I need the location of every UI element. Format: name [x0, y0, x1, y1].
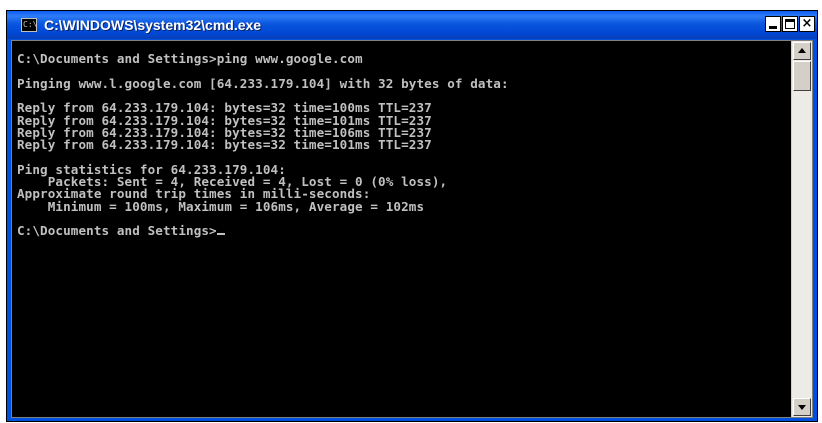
cmd-window: C:\ C:\WINDOWS\system32\cmd.exe × C:\Doc…: [6, 10, 818, 422]
maximize-button[interactable]: [782, 16, 798, 32]
scroll-thumb[interactable]: [793, 61, 811, 91]
scroll-up-button[interactable]: [793, 42, 811, 60]
minimize-button[interactable]: [765, 16, 781, 32]
console-line: Approximate round trip times in milli-se…: [17, 186, 371, 202]
command-prompt-line: C:\Documents and Settings>: [17, 224, 225, 237]
window-title: C:\WINDOWS\system32\cmd.exe: [44, 17, 262, 33]
scroll-up-arrow-icon: [798, 48, 806, 53]
console-client-area: C:\Documents and Settings>ping www.googl…: [11, 40, 813, 418]
minimize-icon: [769, 26, 777, 29]
scroll-down-arrow-icon: [798, 405, 806, 410]
console-output[interactable]: C:\Documents and Settings>ping www.googl…: [12, 41, 791, 417]
console-line: Reply from 64.233.179.104: bytes=32 time…: [17, 112, 432, 128]
scroll-down-button[interactable]: [793, 398, 811, 416]
console-line: Reply from 64.233.179.104: bytes=32 time…: [17, 137, 432, 153]
console-line: Minimum = 100ms, Maximum = 106ms, Averag…: [17, 198, 425, 214]
title-bar[interactable]: C:\ C:\WINDOWS\system32\cmd.exe ×: [7, 11, 817, 39]
close-button[interactable]: ×: [799, 16, 815, 32]
text-cursor: [216, 233, 225, 236]
console-line: C:\Documents and Settings>ping www.googl…: [17, 51, 363, 66]
close-icon: ×: [801, 16, 813, 31]
vertical-scrollbar[interactable]: [791, 41, 812, 417]
console-line: Pinging www.l.google.com [64.233.179.104…: [17, 75, 509, 91]
maximize-icon: [785, 19, 795, 29]
cmd-icon[interactable]: C:\: [21, 18, 37, 32]
console-line: Reply from 64.233.179.104: bytes=32 time…: [17, 100, 432, 116]
